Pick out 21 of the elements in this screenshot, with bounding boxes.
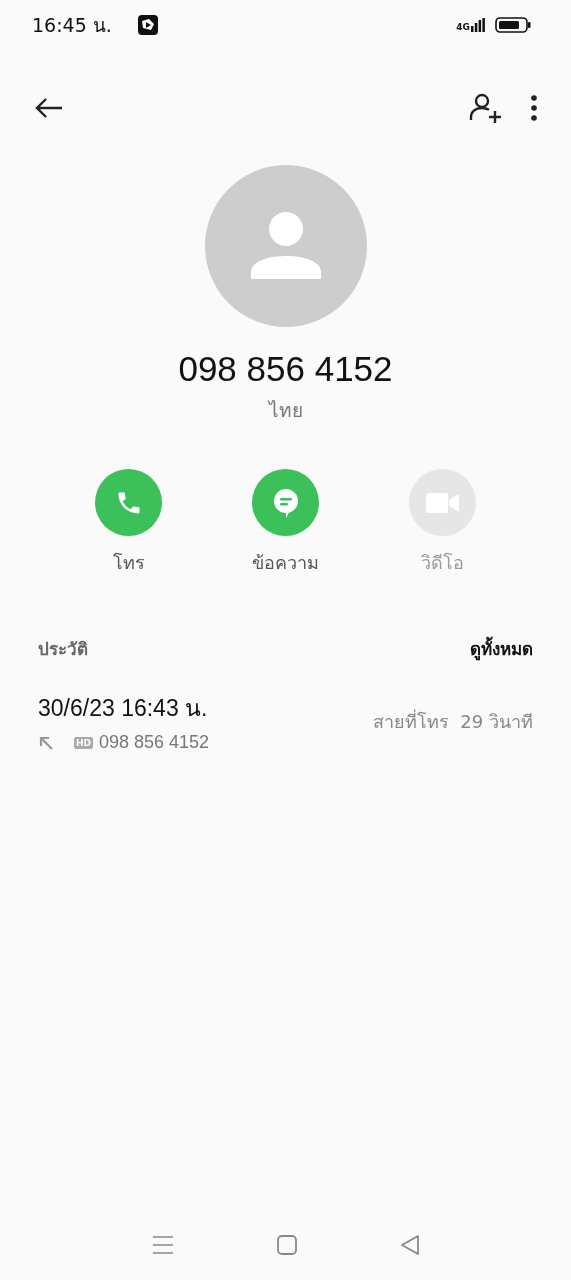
avatar-icon bbox=[204, 165, 367, 327]
hd-badge: HD bbox=[74, 736, 93, 749]
app-notification-icon bbox=[137, 15, 158, 35]
location-label: ไทย bbox=[268, 398, 303, 423]
video-camera-icon bbox=[425, 490, 460, 515]
outgoing-arrow-icon bbox=[38, 734, 54, 751]
see-all-link[interactable]: ดูทั้งหมด bbox=[470, 635, 533, 662]
signal-icon bbox=[471, 18, 485, 32]
history-heading: ประวัติ bbox=[38, 638, 88, 661]
call-type-duration: สายที่โทร 29 วินาที bbox=[372, 708, 533, 734]
call-number: 098 856 4152 bbox=[99, 732, 210, 753]
more-options-button[interactable] bbox=[531, 94, 537, 121]
battery-icon bbox=[495, 17, 531, 33]
add-contact-button[interactable] bbox=[469, 91, 503, 124]
network-type-label: 4G bbox=[456, 23, 470, 32]
phone-number: 098 856 4152 bbox=[178, 349, 393, 389]
call-datetime: 30/6/23 16:43 น. bbox=[38, 694, 209, 723]
status-time: 16:45 น. bbox=[32, 13, 112, 38]
back-button[interactable] bbox=[34, 95, 64, 120]
back-triangle-icon[interactable] bbox=[399, 1235, 420, 1255]
home-square-icon[interactable] bbox=[276, 1235, 297, 1255]
